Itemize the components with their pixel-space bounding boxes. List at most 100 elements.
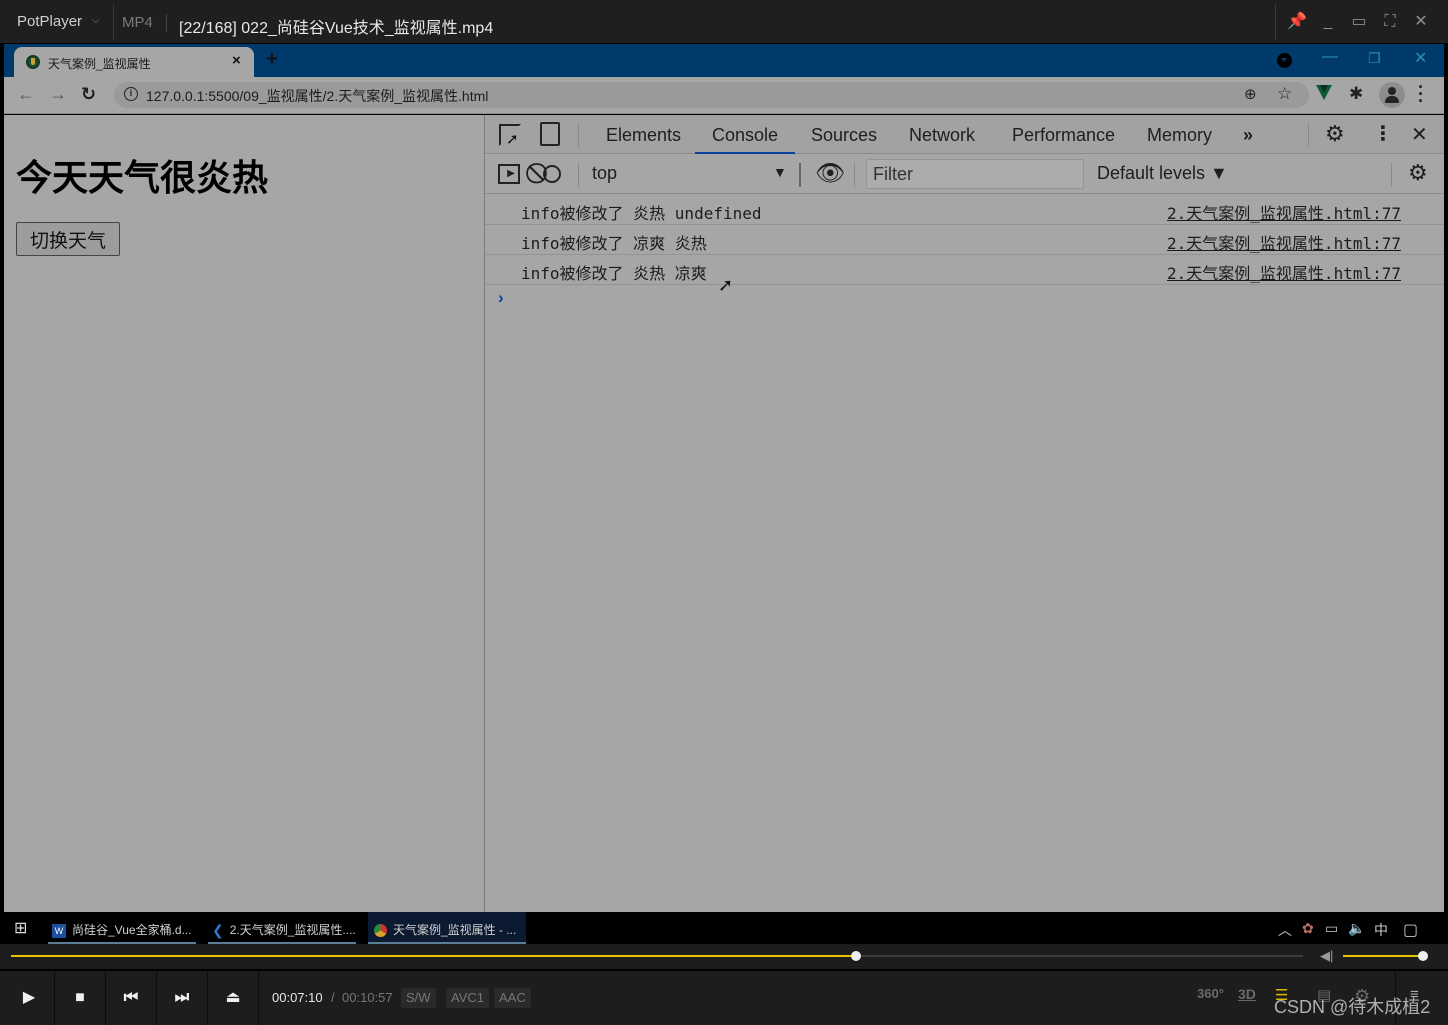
vscode-icon: ❮ — [212, 922, 224, 939]
vr-360-icon[interactable]: 360° — [1197, 986, 1224, 1001]
devtools-close-icon[interactable]: ✕ — [1411, 122, 1428, 147]
browser-menu-icon[interactable]: · · · — [1418, 78, 1424, 110]
player-controls: ▶ ■ ⏮ ⏭ ⏏ 00:07:10 / 00:10:57 S/W AVC1 A… — [0, 971, 1448, 1025]
ime-indicator[interactable]: 中 — [1374, 920, 1388, 940]
log-source-link[interactable]: 2.天气案例_监视属性.html:77 — [1167, 200, 1401, 224]
minimize-button[interactable]: _ — [1316, 10, 1340, 34]
browser-minimize-button[interactable]: — — [1322, 48, 1338, 66]
cursor-arrow-icon: ➚ — [506, 131, 519, 148]
seek-handle[interactable] — [850, 951, 861, 961]
divider — [166, 14, 167, 32]
3d-icon[interactable]: 3D — [1238, 986, 1256, 1002]
time-separator: / — [331, 990, 335, 1005]
volume-icon[interactable]: 🔈 — [1348, 920, 1365, 937]
browser-tab-active[interactable]: 天气案例_监视属性 × — [14, 47, 254, 77]
taskbar-item-vscode[interactable]: ❮ 2.天气案例_监视属性.... — [208, 912, 356, 944]
player-menu-button[interactable]: PotPlayer — [17, 13, 82, 30]
seek-bar[interactable]: ◀| — [0, 944, 1448, 970]
renderer-badge[interactable]: S/W — [401, 988, 436, 1008]
seek-progress — [11, 955, 856, 957]
chevron-down-icon[interactable]: ⌵ — [92, 15, 100, 26]
close-button[interactable]: ✕ — [1409, 10, 1433, 34]
page-viewport: 今天天气很炎热 切换天气 — [4, 115, 484, 912]
volume-handle[interactable] — [1418, 951, 1428, 961]
log-levels-dropdown[interactable]: Default levels ▼ — [1097, 163, 1228, 184]
tab-memory[interactable]: Memory — [1147, 125, 1212, 146]
weather-heading: 今天天气很炎热 — [16, 157, 269, 198]
log-source-link[interactable]: 2.天气案例_监视属性.html:77 — [1167, 230, 1401, 254]
bookmark-star-icon[interactable]: ☆ — [1277, 84, 1292, 104]
taskbar-item-chrome[interactable]: 天气案例_监视属性 - ... — [368, 912, 526, 944]
profile-avatar[interactable] — [1379, 82, 1405, 108]
sidebar-toggle-icon[interactable]: ▶ — [498, 164, 520, 184]
tray-app-icon[interactable]: ✿ — [1302, 920, 1314, 937]
extensions-puzzle-icon[interactable]: ✱ — [1349, 84, 1363, 104]
divider — [578, 163, 579, 187]
volume-icon[interactable]: ◀| — [1320, 948, 1333, 964]
fullscreen-button[interactable]: ⛶ — [1378, 10, 1402, 34]
player-title-bar: PotPlayer ⌵ MP4 [22/168] 022_尚硅谷Vue技术_监视… — [0, 0, 1448, 44]
taskbar-item-label: 尚硅谷_Vue全家桶.d... — [72, 923, 192, 937]
clear-console-icon-ring — [543, 165, 561, 183]
maximize-button[interactable]: ▭ — [1347, 10, 1371, 34]
divider — [113, 4, 114, 40]
context-dropdown-icon[interactable]: ▼ — [773, 164, 787, 180]
tab-console[interactable]: Console — [694, 125, 796, 154]
previous-button[interactable]: ⏮ — [106, 971, 157, 1025]
tab-close-icon[interactable]: × — [232, 52, 241, 69]
switch-weather-button[interactable]: 切换天气 — [16, 222, 120, 256]
chrome-icon — [374, 924, 387, 938]
divider — [578, 123, 579, 147]
audio-codec-badge[interactable]: AAC — [494, 988, 531, 1008]
windows-taskbar: ⊞ W 尚硅谷_Vue全家桶.d... ❮ 2.天气案例_监视属性.... 天气案例… — [4, 912, 1444, 944]
notification-icon[interactable]: ▢ — [1403, 920, 1418, 940]
stop-button[interactable]: ■ — [55, 971, 106, 1025]
tab-sources[interactable]: Sources — [811, 125, 877, 146]
settings-gear-icon[interactable]: ⚙ — [1325, 121, 1345, 147]
eject-button[interactable]: ⏏ — [208, 971, 259, 1025]
windows-start-icon[interactable]: ⊞ — [14, 918, 27, 938]
console-log-row: info被修改了 炎热 凉爽 2.天气案例_监视属性.html:77 — [485, 255, 1444, 285]
vue-devtools-extension-icon[interactable] — [1316, 85, 1332, 100]
devtools-menu-icon[interactable]: ⋮ — [1373, 121, 1393, 146]
tab-performance[interactable]: Performance — [1012, 125, 1115, 146]
divider — [1308, 123, 1309, 147]
more-tabs-icon[interactable]: » — [1243, 125, 1253, 146]
zoom-icon[interactable]: ⊕ — [1244, 85, 1257, 103]
reload-button[interactable]: ↻ — [81, 84, 96, 105]
browser-close-button[interactable]: ✕ — [1414, 48, 1427, 68]
battery-icon[interactable]: ▭ — [1325, 920, 1338, 937]
console-toolbar: ▶ ⃠ top ▼ 👁 Filter Default levels ▼ ⚙ — [485, 155, 1444, 194]
divider — [799, 163, 801, 187]
device-toolbar-icon[interactable] — [540, 122, 560, 146]
taskbar-item-label: 天气案例_监视属性 - ... — [393, 923, 517, 937]
address-bar[interactable]: i 127.0.0.1:5500/09_监视属性/2.天气案例_监视属性.htm… — [114, 82, 1309, 108]
url-text[interactable]: 127.0.0.1:5500/09_监视属性/2.天气案例_监视属性.html — [146, 86, 488, 106]
console-settings-gear-icon[interactable]: ⚙ — [1408, 160, 1428, 186]
back-button[interactable]: ← — [17, 84, 35, 105]
pin-icon[interactable]: 📌 — [1285, 10, 1309, 34]
taskbar-item-word[interactable]: W 尚硅谷_Vue全家桶.d... — [48, 912, 196, 944]
site-info-icon[interactable]: i — [124, 87, 138, 101]
forward-button[interactable]: → — [49, 84, 67, 105]
console-prompt-icon[interactable]: › — [498, 288, 504, 308]
current-time: 00:07:10 — [272, 990, 323, 1005]
taskbar-item-label: 2.天气案例_监视属性.... — [229, 923, 356, 937]
tab-title: 天气案例_监视属性 — [48, 57, 151, 71]
tray-expand-icon[interactable]: ︿ — [1278, 920, 1292, 940]
video-codec-badge[interactable]: AVC1 — [446, 988, 489, 1008]
console-filter-input[interactable]: Filter — [866, 159, 1084, 189]
tab-elements[interactable]: Elements — [606, 125, 681, 146]
next-button[interactable]: ⏭ — [157, 971, 208, 1025]
tab-network[interactable]: Network — [909, 125, 975, 146]
log-source-link[interactable]: 2.天气案例_监视属性.html:77 — [1167, 260, 1401, 284]
live-expression-eye-icon[interactable]: 👁 — [815, 159, 845, 188]
new-tab-button[interactable]: + — [266, 48, 278, 71]
log-message: info被修改了 炎热 undefined — [521, 204, 762, 223]
tab-search-icon[interactable] — [1277, 53, 1292, 68]
watermark: CSDN @待木成植2 — [1274, 997, 1431, 1017]
browser-restore-button[interactable]: ❐ — [1368, 50, 1381, 67]
context-selector[interactable]: top — [592, 163, 617, 184]
play-button[interactable]: ▶ — [4, 971, 55, 1025]
mouse-cursor-icon: ➚ — [718, 275, 734, 295]
